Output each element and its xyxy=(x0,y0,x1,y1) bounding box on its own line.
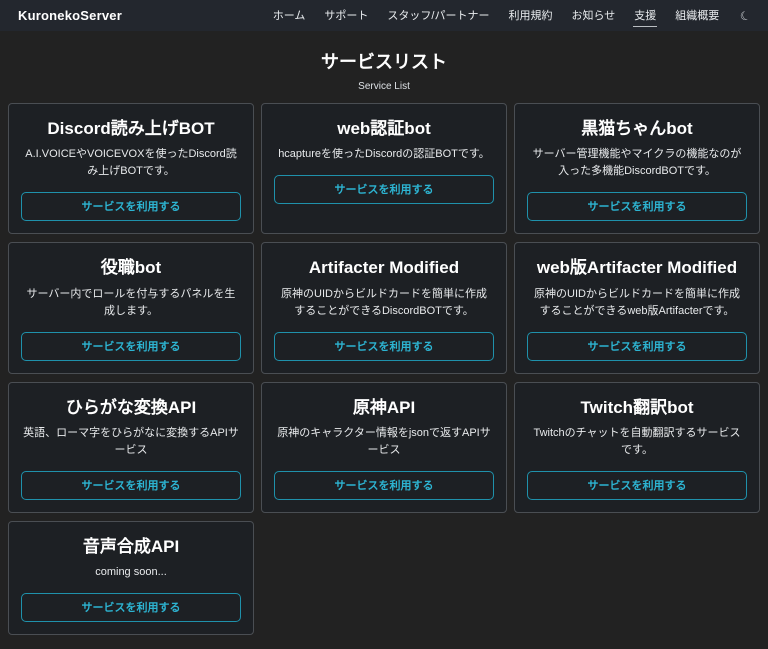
nav-item-6[interactable]: 組織概要 xyxy=(674,5,720,27)
nav-links: ホーム サポート スタッフ/パートナー 利用規約 お知らせ 支援 組織概要 ☾ xyxy=(272,5,753,27)
service-card-description: サーバー管理機能やマイクラの機能なのが入った多機能DiscordBOTです。 xyxy=(532,148,742,178)
service-card-title: web認証bot xyxy=(337,119,431,138)
service-card-title: web版Artifacter Modified xyxy=(536,258,738,278)
service-card-title: Artifacter Modified xyxy=(308,258,460,278)
brand-logo[interactable]: KuronekoServer xyxy=(18,8,122,23)
service-card: 原神API 原神のキャラクター情報をjsonで返すAPIサービス サービスを利用… xyxy=(261,381,507,514)
service-card-description: coming soon... xyxy=(95,566,167,579)
use-service-button[interactable]: サービスを利用する xyxy=(527,192,747,222)
service-card: 音声合成API coming soon... サービスを利用する xyxy=(8,521,254,636)
service-card-title: 役職bot xyxy=(100,258,162,278)
service-card: ひらがな変換API 英語、ローマ字をひらがなに変換するAPIサービス サービスを… xyxy=(8,381,254,514)
service-card: Discord読み上げBOT A.I.VOICEやVOICEVOXを使ったDis… xyxy=(8,103,254,235)
service-card: web認証bot hcaptureを使ったDiscordの認証BOTです。 サー… xyxy=(261,103,507,235)
use-service-button[interactable]: サービスを利用する xyxy=(527,471,747,501)
service-card-title: 黒猫ちゃんbot xyxy=(581,119,693,138)
service-card: Twitch翻訳bot Twitchのチャットを自動翻訳するサービスです。 サー… xyxy=(514,381,760,514)
service-card-title: Twitch翻訳bot xyxy=(580,397,694,417)
nav-item-1[interactable]: サポート xyxy=(323,5,369,27)
page-subtitle: Service List xyxy=(358,81,410,92)
service-card-title: 原神API xyxy=(352,397,416,417)
service-card-title: ひらがな変換API xyxy=(65,397,197,417)
service-card-title: 音声合成API xyxy=(82,537,180,557)
service-card: 黒猫ちゃんbot サーバー管理機能やマイクラの機能なのが入った多機能Discor… xyxy=(514,103,760,235)
page-title: サービスリスト xyxy=(321,52,447,72)
nav-item-2[interactable]: スタッフ/パートナー xyxy=(386,5,490,27)
service-card: 役職bot サーバー内でロールを付与するパネルを生成します。 サービスを利用する xyxy=(8,242,254,374)
service-card-title: Discord読み上げBOT xyxy=(47,119,215,138)
nav-item-5[interactable]: 支援 xyxy=(633,5,658,27)
use-service-button[interactable]: サービスを利用する xyxy=(21,192,241,222)
service-card-description: 原神のUIDからビルドカードを簡単に作成することができるweb版Artifact… xyxy=(534,287,740,317)
service-card-description: 原神のキャラクター情報をjsonで返すAPIサービス xyxy=(277,426,491,456)
nav-item-0[interactable]: ホーム xyxy=(272,5,307,27)
service-card-description: Twitchのチャットを自動翻訳するサービスです。 xyxy=(533,426,741,456)
service-card-description: A.I.VOICEやVOICEVOXを使ったDiscord読み上げBOTです。 xyxy=(25,148,237,178)
service-card: Artifacter Modified 原神のUIDからビルドカードを簡単に作成… xyxy=(261,242,507,374)
service-card-description: 英語、ローマ字をひらがなに変換するAPIサービス xyxy=(23,426,239,456)
nav-item-4[interactable]: お知らせ xyxy=(570,5,616,27)
service-card-description: 原神のUIDからビルドカードを簡単に作成することができるDiscordBOTです… xyxy=(281,287,487,317)
use-service-button[interactable]: サービスを利用する xyxy=(274,471,494,501)
moon-icon[interactable]: ☾ xyxy=(738,7,753,24)
service-card-description: サーバー内でロールを付与するパネルを生成します。 xyxy=(26,287,236,317)
navbar: KuronekoServer ホーム サポート スタッフ/パートナー 利用規約 お知らせ… xyxy=(0,0,768,31)
main-content: サービスリスト Service List Discord読み上げBOT A.I.… xyxy=(0,48,768,636)
use-service-button[interactable]: サービスを利用する xyxy=(274,331,494,361)
use-service-button[interactable]: サービスを利用する xyxy=(21,593,241,623)
use-service-button[interactable]: サービスを利用する xyxy=(21,471,241,501)
service-grid: Discord読み上げBOT A.I.VOICEやVOICEVOXを使ったDis… xyxy=(8,103,760,636)
service-card-description: hcaptureを使ったDiscordの認証BOTです。 xyxy=(278,148,490,161)
use-service-button[interactable]: サービスを利用する xyxy=(274,175,494,205)
nav-item-3[interactable]: 利用規約 xyxy=(507,5,553,27)
use-service-button[interactable]: サービスを利用する xyxy=(527,331,747,361)
service-card: web版Artifacter Modified 原神のUIDからビルドカードを簡… xyxy=(514,242,760,374)
use-service-button[interactable]: サービスを利用する xyxy=(21,331,241,361)
